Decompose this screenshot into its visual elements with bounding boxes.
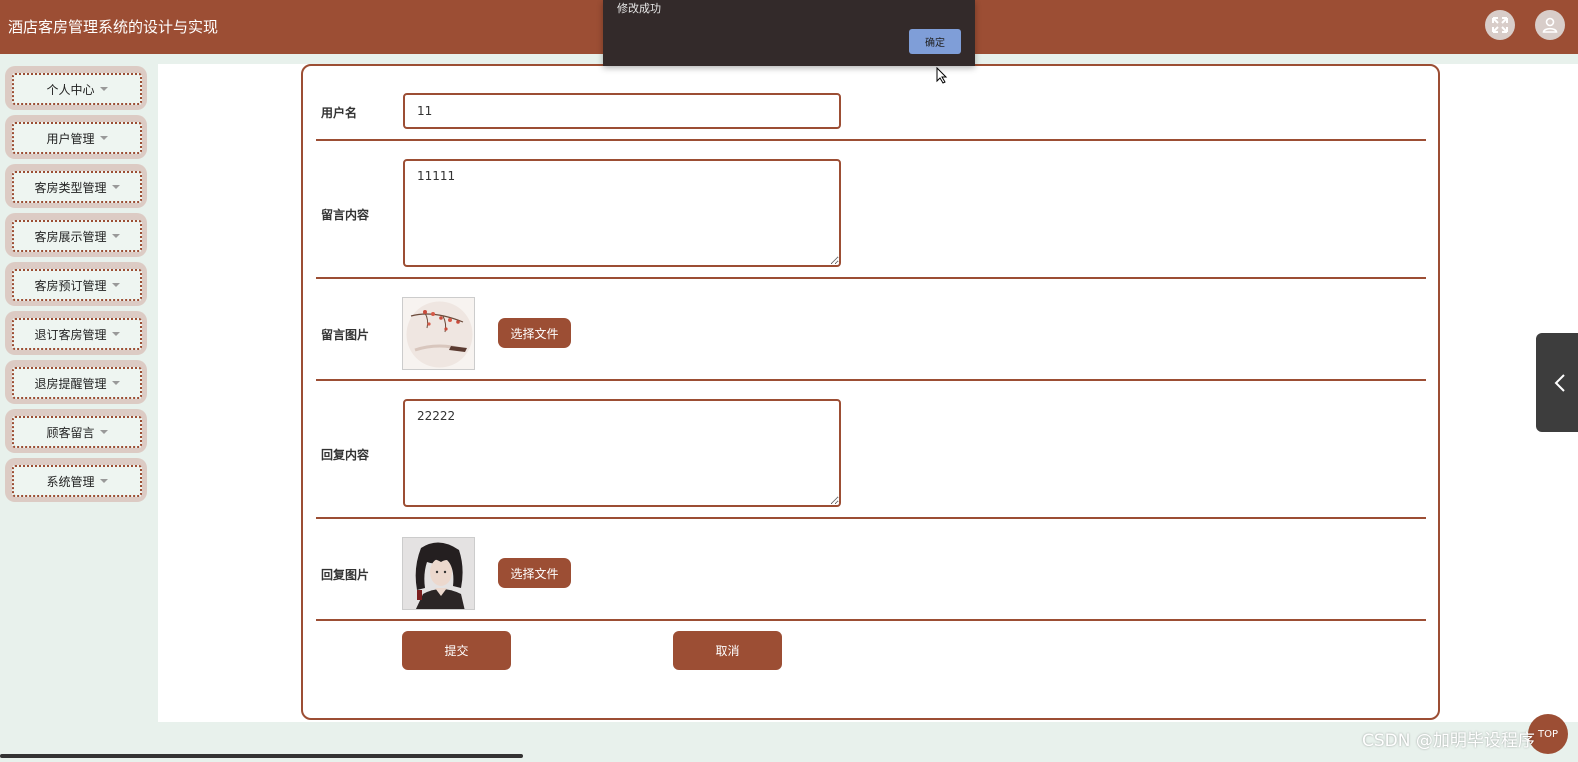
reply-image-label: 回复图片 — [321, 568, 370, 582]
sidebar-item-personal-center[interactable]: 个人中心 — [5, 66, 147, 110]
submit-button[interactable]: 提交 — [402, 631, 511, 670]
sidebar-item-label: 系统管理 — [46, 474, 95, 489]
reply-image — [403, 538, 474, 609]
sidebar-item-room-display-management[interactable]: 客房展示管理 — [5, 213, 147, 257]
success-message: 修改成功 — [617, 2, 661, 15]
watermark: CSDN @加明毕设程序 — [1362, 731, 1535, 751]
message-content-textarea[interactable]: 11111 — [403, 159, 841, 267]
username-input[interactable] — [403, 93, 841, 129]
user-icon — [1542, 17, 1558, 33]
row-divider — [316, 277, 1426, 279]
message-content-label: 留言内容 — [321, 208, 370, 222]
message-image-thumbnail[interactable] — [402, 297, 475, 370]
caret-down-icon — [99, 430, 108, 434]
caret-down-icon — [111, 332, 120, 336]
caret-down-icon — [111, 283, 120, 287]
cancel-button[interactable]: 取消 — [673, 631, 782, 670]
sidebar-item-room-type-management[interactable]: 客房类型管理 — [5, 164, 147, 208]
caret-down-icon — [111, 234, 120, 238]
sidebar-item-checkout-reminder-management[interactable]: 退房提醒管理 — [5, 360, 147, 404]
sidebar-item-label: 用户管理 — [46, 131, 95, 146]
horizontal-scrollbar[interactable] — [0, 754, 523, 758]
sidebar-item-label: 客房类型管理 — [34, 180, 107, 195]
chevron-left-icon — [1554, 374, 1565, 392]
row-divider — [316, 379, 1426, 381]
caret-down-icon — [111, 381, 120, 385]
reply-content-label: 回复内容 — [321, 448, 370, 462]
username-label: 用户名 — [321, 106, 358, 120]
sidebar-item-room-booking-management[interactable]: 客房预订管理 — [5, 262, 147, 306]
side-panel-toggle[interactable] — [1536, 333, 1578, 432]
sidebar-item-room-cancellation-management[interactable]: 退订客房管理 — [5, 311, 147, 355]
confirm-button[interactable]: 确定 — [909, 29, 961, 54]
success-dialog: 修改成功 确定 — [603, 0, 975, 66]
reply-image-thumbnail[interactable] — [402, 537, 475, 610]
sidebar-item-label: 客房预订管理 — [34, 278, 107, 293]
sidebar-item-label: 退订客房管理 — [34, 327, 107, 342]
app-title: 酒店客房管理系统的设计与实现 — [8, 18, 219, 36]
reply-image-choose-file-button[interactable]: 选择文件 — [498, 558, 571, 588]
caret-down-icon — [99, 136, 108, 140]
reply-content-textarea[interactable]: 22222 — [403, 399, 841, 507]
fullscreen-icon — [1492, 17, 1508, 33]
caret-down-icon — [111, 185, 120, 189]
message-image-choose-file-button[interactable]: 选择文件 — [498, 318, 571, 348]
sidebar-item-user-management[interactable]: 用户管理 — [5, 115, 147, 159]
caret-down-icon — [99, 87, 108, 91]
row-divider — [316, 619, 1426, 621]
sidebar-item-label: 退房提醒管理 — [34, 376, 107, 391]
sidebar: 个人中心 用户管理 客房类型管理 客房展示管理 客房预订管理 退订客房管理 退房… — [0, 54, 158, 762]
user-avatar-button[interactable] — [1535, 10, 1565, 40]
mouse-cursor-icon — [936, 67, 948, 84]
fullscreen-button[interactable] — [1485, 10, 1515, 40]
sidebar-item-system-management[interactable]: 系统管理 — [5, 458, 147, 502]
sidebar-item-label: 客房展示管理 — [34, 229, 107, 244]
message-image — [403, 298, 474, 369]
sidebar-item-label: 个人中心 — [46, 82, 95, 97]
row-divider — [316, 139, 1426, 141]
sidebar-item-guest-messages[interactable]: 顾客留言 — [5, 409, 147, 453]
sidebar-item-label: 顾客留言 — [46, 425, 95, 440]
row-divider — [316, 517, 1426, 519]
caret-down-icon — [99, 479, 108, 483]
message-image-label: 留言图片 — [321, 328, 370, 342]
